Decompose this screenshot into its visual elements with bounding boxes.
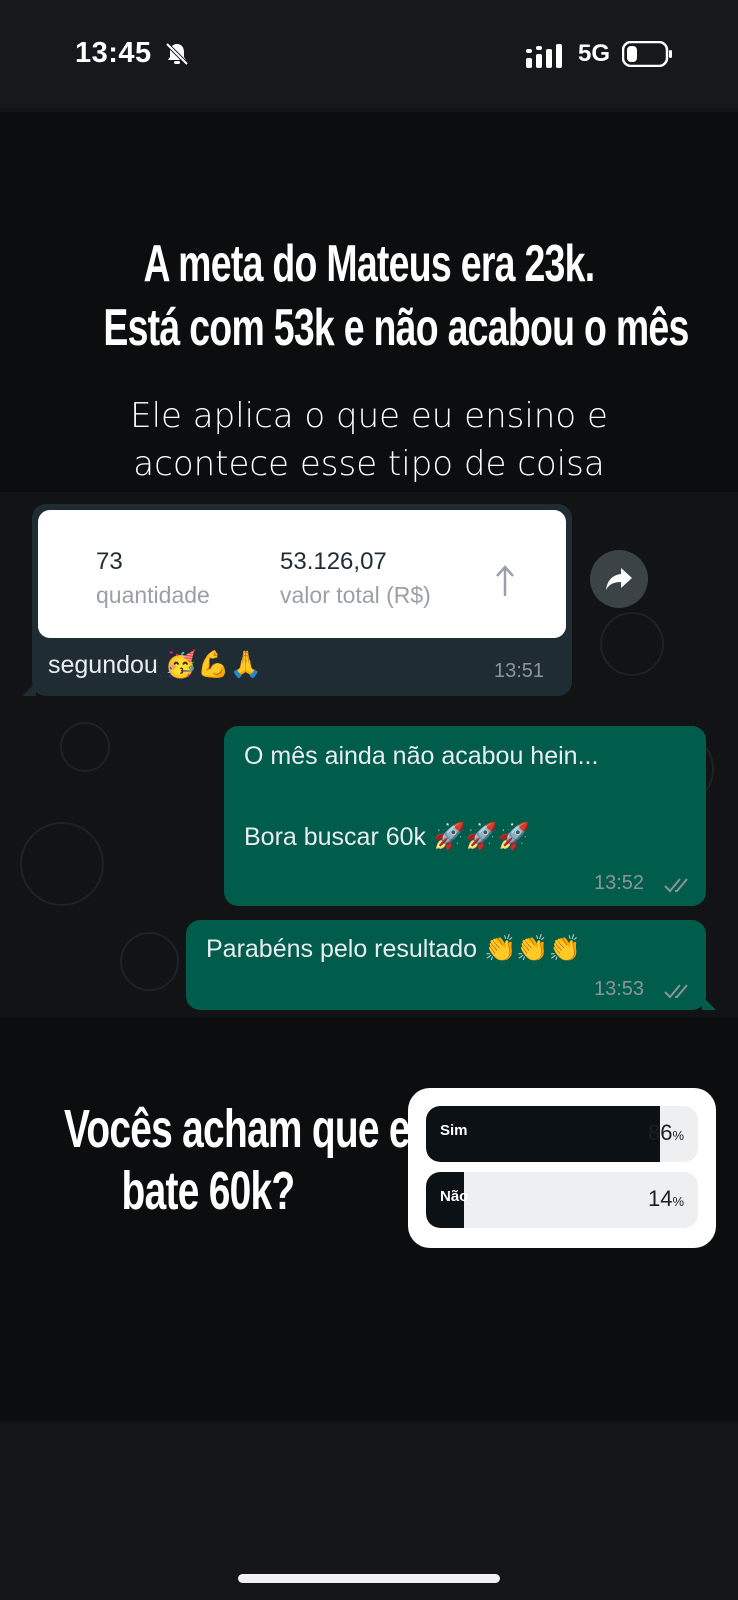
total-value: 53.126,07 bbox=[280, 548, 387, 575]
bell-slash-icon bbox=[165, 42, 189, 66]
poll-option-sim[interactable]: Sim 86% bbox=[426, 1106, 698, 1162]
quantity-label: quantidade bbox=[96, 582, 210, 608]
poll-question-line-2: bate 60k? bbox=[121, 1161, 296, 1221]
poll-question: Vocês acham que ele bate 60k? bbox=[8, 1098, 441, 1222]
incoming-message-text: segundou 🥳💪🙏 bbox=[48, 650, 262, 680]
outgoing-message-line-1: O mês ainda não acabou hein... bbox=[244, 742, 599, 770]
outgoing-message[interactable]: Parabéns pelo resultado 👏👏👏 13:53 bbox=[186, 920, 716, 1010]
sales-summary-card: 73 quantidade 53.126,07 valor total (R$) bbox=[38, 510, 566, 638]
network-type: 5G bbox=[578, 40, 611, 67]
outgoing-message-text: Parabéns pelo resultado 👏👏👏 bbox=[206, 934, 582, 964]
message-time: 13:52 bbox=[594, 872, 645, 894]
wallpaper-doodle bbox=[120, 932, 179, 991]
outgoing-message[interactable]: O mês ainda não acabou hein... Bora busc… bbox=[224, 726, 706, 906]
home-indicator[interactable] bbox=[238, 1574, 500, 1583]
status-bar: 13:45 5G bbox=[0, 0, 738, 108]
message-emojis: 🚀🚀🚀 bbox=[433, 822, 531, 852]
story-subline: Ele aplica o que eu ensino e acontece es… bbox=[0, 392, 738, 488]
battery-icon bbox=[622, 41, 672, 67]
poll-option-percent: 14% bbox=[647, 1186, 684, 1211]
poll-option-nao[interactable]: Não 14% bbox=[426, 1172, 698, 1228]
poll-option-label: Sim bbox=[440, 1122, 468, 1139]
read-ticks-icon bbox=[664, 984, 688, 999]
message-time: 13:53 bbox=[594, 978, 645, 1000]
wallpaper-doodle bbox=[20, 822, 104, 906]
wallpaper-doodle bbox=[60, 722, 110, 772]
forward-icon bbox=[606, 568, 632, 590]
incoming-message[interactable]: 73 quantidade 53.126,07 valor total (R$)… bbox=[22, 504, 572, 696]
headline-line-1: A meta do Mateus era 23k. bbox=[143, 235, 596, 293]
message-time: 13:51 bbox=[494, 660, 545, 682]
message-emojis: 🥳💪🙏 bbox=[164, 650, 262, 680]
poll-question-line-1: Vocês acham que ele bbox=[64, 1099, 441, 1159]
chat-screenshot: 73 quantidade 53.126,07 valor total (R$)… bbox=[0, 492, 738, 1017]
subline-line-1: Ele aplica o que eu ensino e bbox=[130, 396, 608, 436]
quantity-value: 73 bbox=[96, 548, 123, 575]
subline-line-2: acontece esse tipo de coisa bbox=[133, 444, 605, 484]
forward-button[interactable] bbox=[590, 550, 648, 608]
message-emojis: 👏👏👏 bbox=[483, 934, 582, 964]
wallpaper-doodle bbox=[600, 612, 664, 676]
poll-option-label: Não bbox=[440, 1188, 469, 1205]
poll-sticker[interactable]: Sim 86% Não 14% bbox=[408, 1088, 716, 1248]
arrow-up-icon bbox=[496, 565, 514, 596]
poll-option-percent: 86% bbox=[647, 1120, 684, 1145]
total-label: valor total (R$) bbox=[280, 582, 431, 608]
outgoing-message-line-2: Bora buscar 60k 🚀🚀🚀 bbox=[244, 822, 531, 852]
headline-line-2: Está com 53k e não acabou o mês bbox=[103, 299, 689, 357]
story-headline: A meta do Mateus era 23k. Está com 53k e… bbox=[0, 232, 738, 360]
read-ticks-icon bbox=[664, 878, 688, 893]
signal-icon bbox=[526, 44, 562, 68]
status-time: 13:45 bbox=[75, 37, 152, 69]
